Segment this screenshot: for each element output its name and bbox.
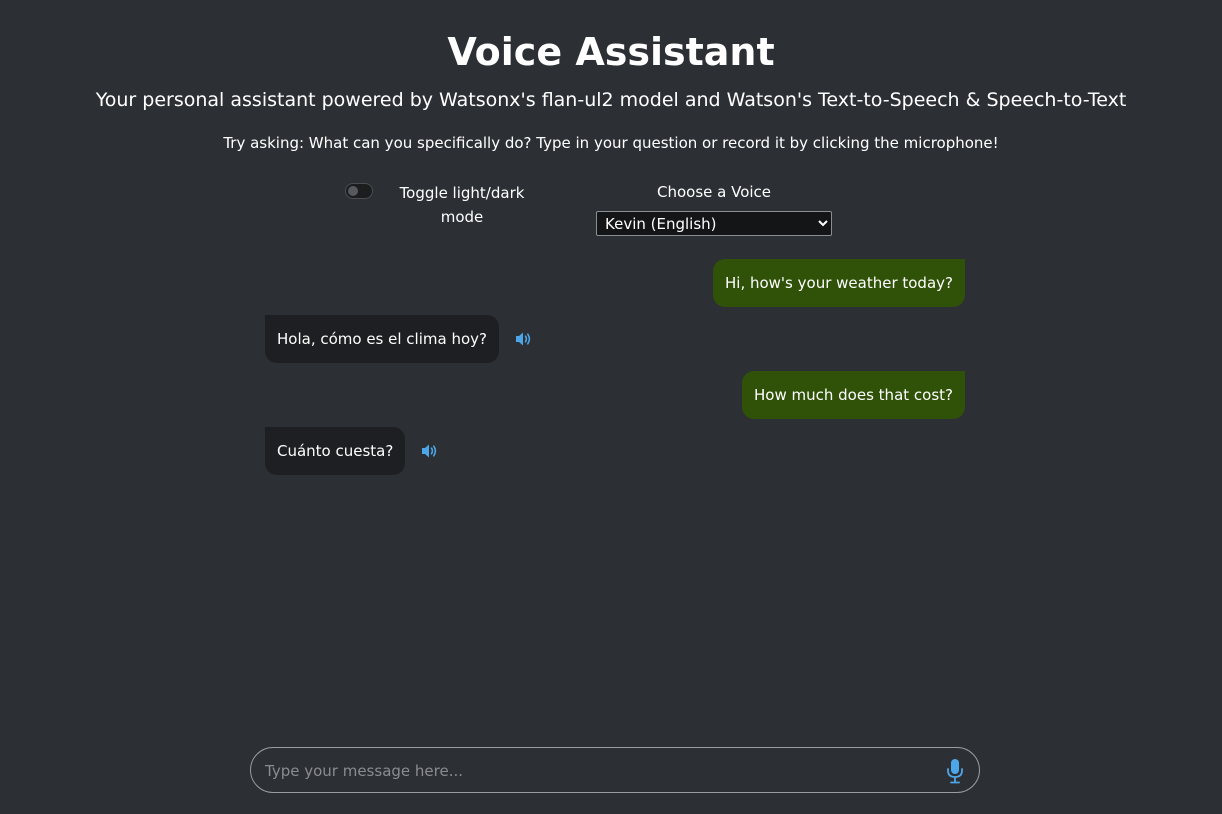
- chat-message-bot: Hola, cómo es el clima hoy?: [265, 315, 965, 363]
- theme-toggle-label: Toggle light/dark mode: [399, 184, 525, 226]
- hint-text: Try asking: What can you specifically do…: [223, 134, 999, 152]
- page-subtitle: Your personal assistant powered by Watso…: [95, 89, 1127, 111]
- voice-select-label: Choose a Voice: [656, 183, 772, 201]
- theme-toggle-switch[interactable]: [345, 183, 373, 199]
- microphone-icon[interactable]: [945, 758, 965, 784]
- user-message-bubble: How much does that cost?: [742, 371, 965, 419]
- speaker-icon[interactable]: [421, 443, 439, 459]
- user-message-bubble: Hi, how's your weather today?: [713, 259, 965, 307]
- bot-message-bubble: Cuánto cuesta?: [265, 427, 406, 475]
- speaker-icon[interactable]: [515, 331, 533, 347]
- message-input-bar: [250, 747, 980, 794]
- bot-message-bubble: Hola, cómo es el clima hoy?: [265, 315, 499, 363]
- chat-message-user: How much does that cost?: [265, 371, 965, 419]
- chat-message-user: Hi, how's your weather today?: [265, 259, 965, 307]
- chat-area: Hi, how's your weather today? Hola, cómo…: [265, 259, 965, 483]
- message-input[interactable]: [263, 748, 927, 794]
- voice-select[interactable]: Kevin (English): [596, 211, 832, 236]
- chat-message-bot: Cuánto cuesta?: [265, 427, 965, 475]
- page-title: Voice Assistant: [447, 30, 775, 74]
- toggle-knob: [348, 186, 358, 196]
